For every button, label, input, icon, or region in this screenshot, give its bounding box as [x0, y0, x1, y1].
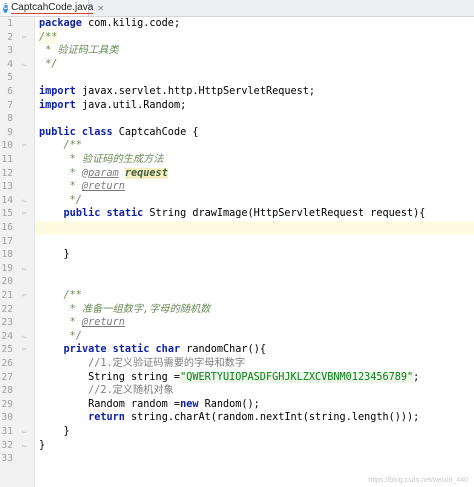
- code-text: return string.charAt(random.nextInt(stri…: [88, 412, 420, 424]
- code-text: private static char randomChar(){: [63, 344, 266, 356]
- fold-icon[interactable]: ⌙: [22, 262, 28, 276]
- code-text: /**: [39, 140, 82, 152]
- fold-icon[interactable]: ⌙: [22, 194, 28, 208]
- code-line: 20: [1, 276, 13, 288]
- code-text: //1.定义验证码需要的字母和数字: [39, 358, 246, 369]
- code-line: 2 ⌐: [7, 31, 28, 45]
- tab-captcahcode-java[interactable]: C CaptcahCode.java ✕: [0, 0, 104, 16]
- fold-icon[interactable]: ⌙: [22, 330, 28, 344]
- editor-tab-bar: C CaptcahCode.java ✕: [0, 0, 474, 17]
- code-line: 19 ⌙: [1, 262, 28, 276]
- code-line: 5: [7, 72, 13, 84]
- code-text: * @return: [39, 181, 125, 193]
- code-text: //2.定义随机对象: [39, 385, 174, 397]
- fold-icon[interactable]: ⌙: [22, 439, 28, 453]
- code-text: public class CaptcahCode {: [39, 126, 199, 138]
- close-icon[interactable]: ✕: [97, 4, 104, 13]
- code-text: }: [39, 426, 70, 437]
- fold-icon[interactable]: ⌐: [22, 139, 28, 153]
- code-text: }: [39, 439, 46, 451]
- code-line: 32 ⌙: [1, 439, 28, 453]
- code-text: * @param request: [39, 167, 168, 179]
- fold-icon[interactable]: ⌐: [22, 31, 28, 45]
- watermark: https://blog.csdn.net/weixin_440: [368, 477, 468, 484]
- code-line: 17: [1, 235, 13, 247]
- code-text: */: [39, 194, 82, 206]
- code-text: }: [39, 249, 70, 261]
- tab-label: CaptcahCode.java: [11, 2, 94, 14]
- code-line: 18: [1, 249, 13, 261]
- fold-icon[interactable]: ⌙: [22, 425, 28, 439]
- code-text: * @return: [39, 317, 125, 329]
- fold-icon[interactable]: ⌙: [22, 58, 28, 72]
- java-class-icon: C: [3, 3, 9, 13]
- code-text: */: [39, 58, 58, 70]
- code-text: import javax.servlet.http.HttpServletReq…: [39, 86, 316, 97]
- code-text: * 准备一组数字,字母的随机数: [39, 303, 211, 315]
- code-text: */: [39, 330, 82, 342]
- fold-icon[interactable]: ⌐: [22, 289, 28, 303]
- code-line: 33: [1, 453, 13, 465]
- code-text: /**: [39, 30, 58, 45]
- code-text: import java.util.Random;: [39, 99, 187, 111]
- code-line: 4 ⌙: [7, 58, 28, 72]
- fold-icon[interactable]: ⌐: [22, 207, 28, 221]
- code-text: * 验证码的生成方法: [39, 154, 164, 165]
- code-line: 16: [1, 222, 13, 233]
- fold-icon[interactable]: ⌐: [22, 343, 28, 357]
- code-text: package com.kilig.code;: [39, 18, 181, 29]
- code-text: public static String drawImage(HttpServl…: [63, 208, 426, 220]
- code-line: 8: [7, 113, 13, 125]
- code-text: /**: [39, 290, 82, 301]
- code-line: 31 ⌙: [1, 425, 28, 439]
- code-text: * 验证码工具类: [39, 45, 119, 57]
- code-text: String string ="QWERTYUIOPASDFGHJKLZXCVB…: [39, 371, 420, 383]
- code-text: Random random =new Random();: [39, 398, 260, 410]
